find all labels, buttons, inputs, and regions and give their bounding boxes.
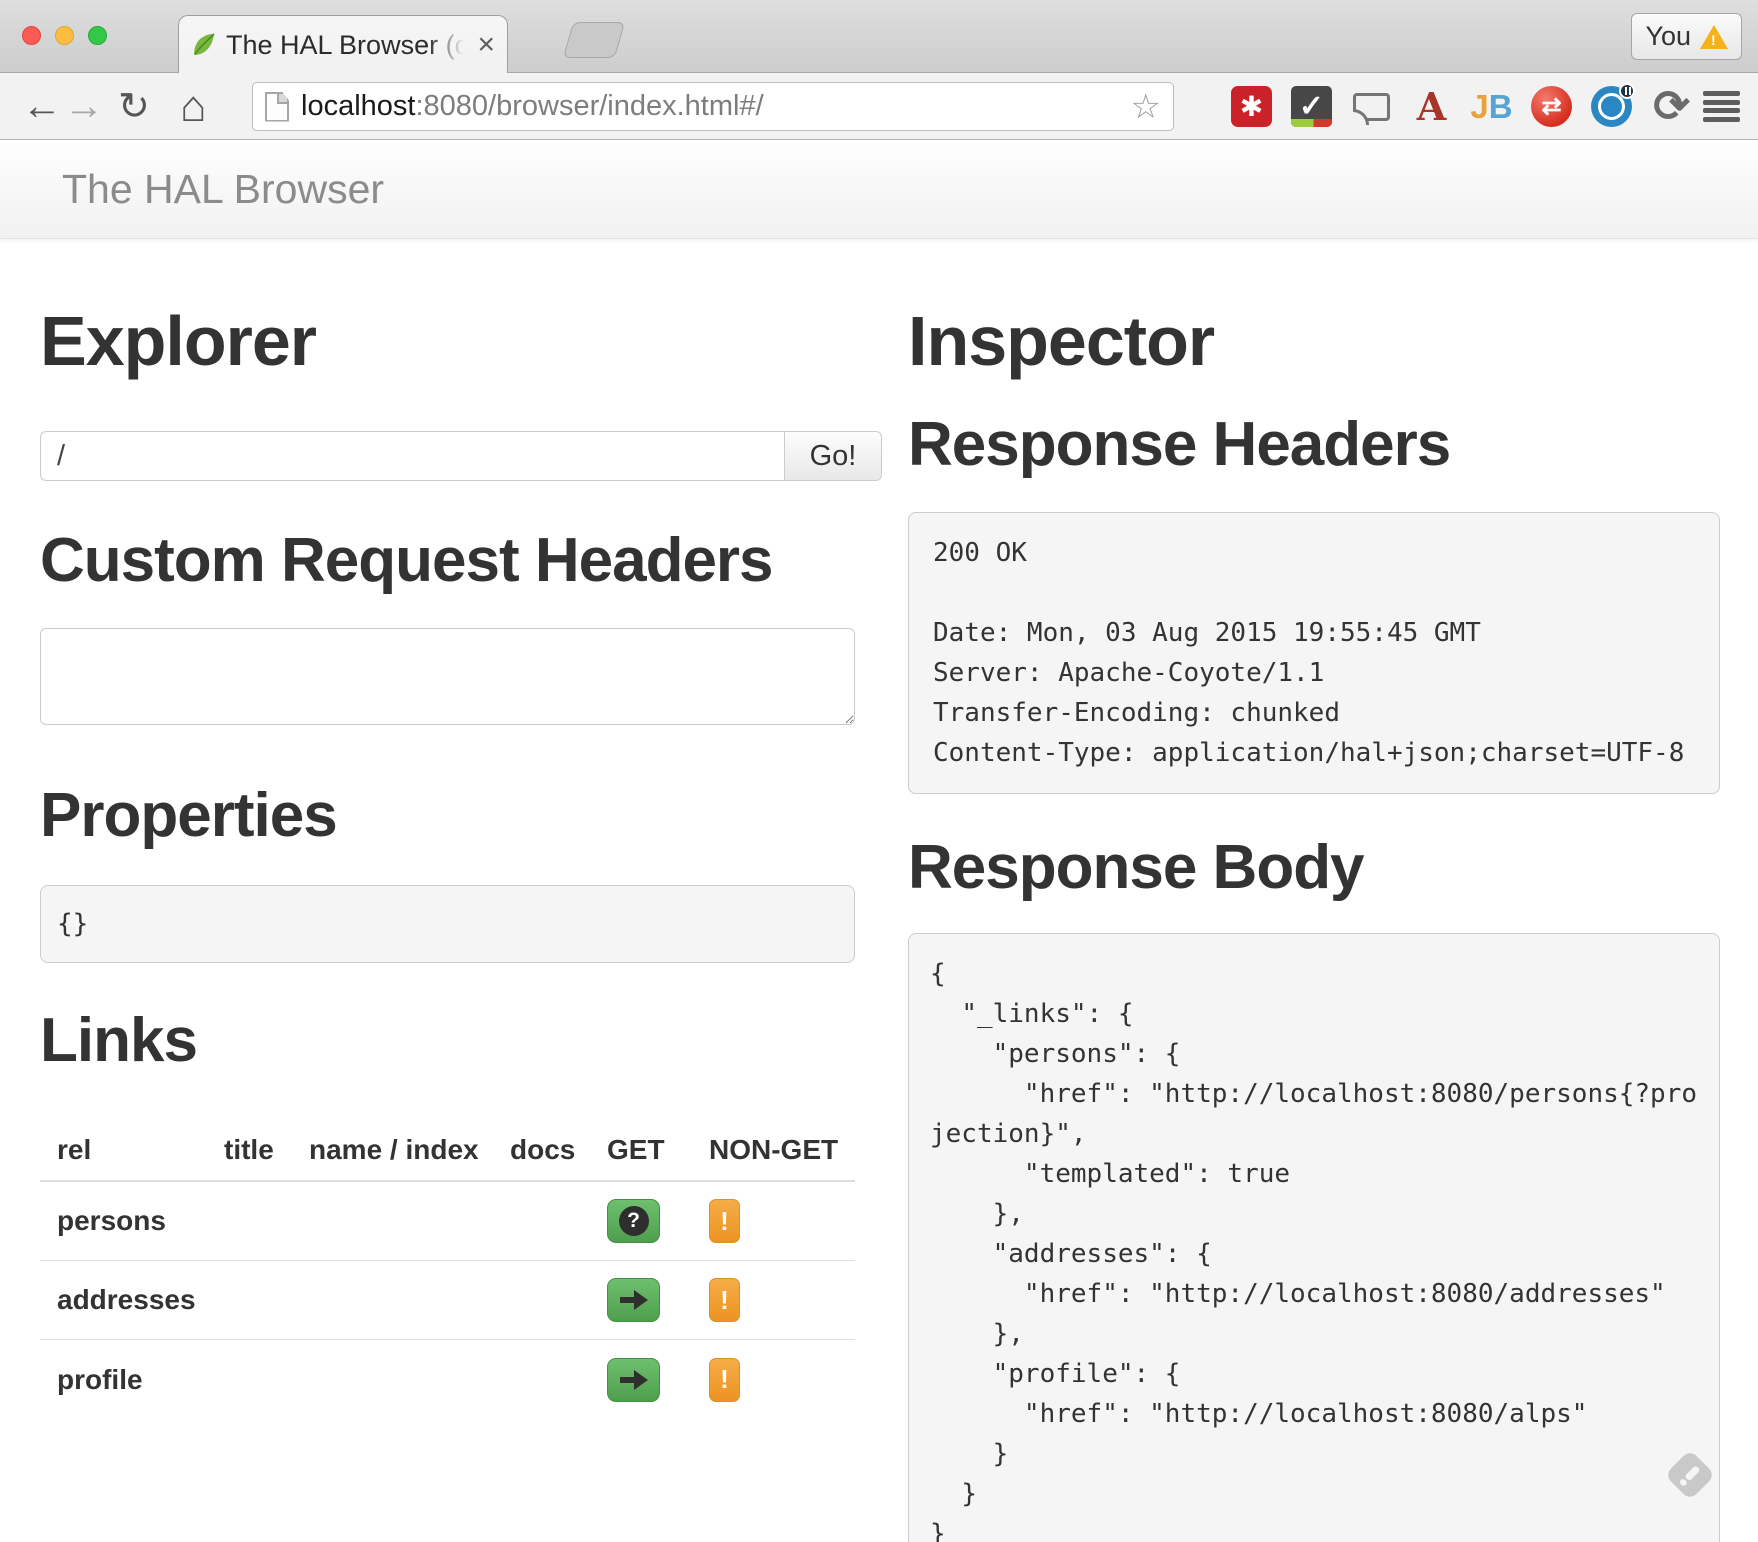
browser-toolbar: ← → ↻ ⌂ localhost:8080/browser/index.htm… bbox=[0, 73, 1758, 140]
url-text[interactable]: localhost:8080/browser/index.html#/ bbox=[301, 90, 764, 123]
col-get: GET bbox=[607, 1134, 709, 1166]
links-table: rel title name / index docs GET NON-GET … bbox=[40, 1120, 855, 1419]
lastpass-extension-icon[interactable]: ✱ bbox=[1231, 86, 1272, 127]
col-rel: rel bbox=[57, 1134, 224, 1166]
get-templated-button[interactable]: ? bbox=[607, 1199, 660, 1243]
explorer-title: Explorer bbox=[40, 301, 883, 381]
table-row-addresses: addresses ! bbox=[40, 1261, 855, 1340]
blue-circle-extension-icon[interactable] bbox=[1591, 86, 1632, 127]
bookmark-star-icon[interactable]: ☆ bbox=[1131, 87, 1161, 127]
non-get-button[interactable]: ! bbox=[709, 1358, 740, 1402]
go-button[interactable]: Go! bbox=[785, 431, 882, 481]
col-non-get: NON-GET bbox=[709, 1134, 855, 1166]
browser-tab[interactable]: The HAL Browser (customiz × bbox=[178, 15, 508, 74]
rel-label: profile bbox=[57, 1364, 224, 1396]
minimize-window-button[interactable] bbox=[55, 26, 74, 45]
address-bar[interactable]: localhost:8080/browser/index.html#/ ☆ bbox=[252, 82, 1174, 131]
explorer-uri-input[interactable] bbox=[40, 431, 785, 481]
question-mark-icon: ? bbox=[619, 1206, 649, 1236]
page-icon bbox=[265, 92, 289, 122]
response-headers-title: Response Headers bbox=[908, 409, 1720, 480]
inspector-panel: Inspector Response Headers 200 OK Date: … bbox=[908, 239, 1720, 1542]
close-window-button[interactable] bbox=[22, 26, 41, 45]
zoom-window-button[interactable] bbox=[88, 26, 107, 45]
non-get-button[interactable]: ! bbox=[709, 1199, 740, 1243]
properties-title: Properties bbox=[40, 780, 883, 851]
back-button[interactable]: ← bbox=[22, 73, 62, 140]
rel-label: persons bbox=[57, 1205, 224, 1237]
adblock-extension-icon[interactable]: A bbox=[1411, 86, 1452, 127]
arrow-right-icon bbox=[620, 1370, 648, 1390]
tab-strip: The HAL Browser (customiz × You ! bbox=[0, 0, 1758, 73]
tab-title: The HAL Browser (customiz bbox=[226, 30, 464, 61]
response-headers-box: 200 OK Date: Mon, 03 Aug 2015 19:55:45 G… bbox=[908, 512, 1720, 794]
jetbrains-extension-icon[interactable]: JB bbox=[1471, 86, 1512, 127]
table-row-persons: persons ? ! bbox=[40, 1182, 855, 1261]
arrow-right-icon bbox=[620, 1290, 648, 1310]
explorer-address-group: Go! bbox=[40, 431, 882, 481]
tab-close-icon[interactable]: × bbox=[477, 30, 495, 60]
new-tab-button[interactable] bbox=[563, 22, 625, 58]
home-button[interactable]: ⌂ bbox=[180, 73, 207, 140]
response-body-box: { "_links": { "persons": { "href": "http… bbox=[908, 933, 1720, 1542]
site-header: The HAL Browser bbox=[0, 140, 1758, 239]
col-name-index: name / index bbox=[309, 1134, 510, 1166]
links-title: Links bbox=[40, 1005, 883, 1076]
window-controls bbox=[22, 26, 107, 45]
col-docs: docs bbox=[510, 1134, 607, 1166]
non-get-button[interactable]: ! bbox=[709, 1278, 740, 1322]
col-title: title bbox=[224, 1134, 309, 1166]
checkmark-extension-icon[interactable]: ✓ bbox=[1291, 86, 1332, 127]
forward-button[interactable]: → bbox=[64, 73, 104, 140]
chromecast-extension-icon[interactable] bbox=[1351, 86, 1392, 127]
chrome-menu-icon[interactable] bbox=[1703, 88, 1740, 125]
rel-label: addresses bbox=[57, 1284, 224, 1316]
profile-name: You bbox=[1645, 21, 1691, 52]
get-follow-button[interactable] bbox=[607, 1358, 660, 1402]
profile-button[interactable]: You ! bbox=[1631, 13, 1742, 60]
custom-request-headers-input[interactable] bbox=[40, 628, 855, 725]
properties-box: {} bbox=[40, 885, 855, 963]
get-follow-button[interactable] bbox=[607, 1278, 660, 1322]
extension-row: ✱ ✓ A JB ⇄ ⟳ bbox=[1231, 73, 1692, 140]
site-brand: The HAL Browser bbox=[62, 166, 384, 213]
response-body-title: Response Body bbox=[908, 832, 1720, 903]
table-row-profile: profile ! bbox=[40, 1340, 855, 1419]
spring-leaf-favicon bbox=[191, 32, 217, 58]
reload-button[interactable]: ↻ bbox=[118, 73, 150, 140]
warning-icon: ! bbox=[1700, 25, 1728, 49]
links-table-header: rel title name / index docs GET NON-GET bbox=[40, 1120, 855, 1182]
inspector-title: Inspector bbox=[908, 301, 1720, 381]
red-sync-extension-icon[interactable]: ⇄ bbox=[1531, 86, 1572, 127]
sync-extension-icon[interactable]: ⟳ bbox=[1651, 86, 1692, 127]
custom-request-headers-title: Custom Request Headers bbox=[40, 525, 883, 596]
explorer-panel: Explorer Go! Custom Request Headers Prop… bbox=[40, 239, 883, 1542]
